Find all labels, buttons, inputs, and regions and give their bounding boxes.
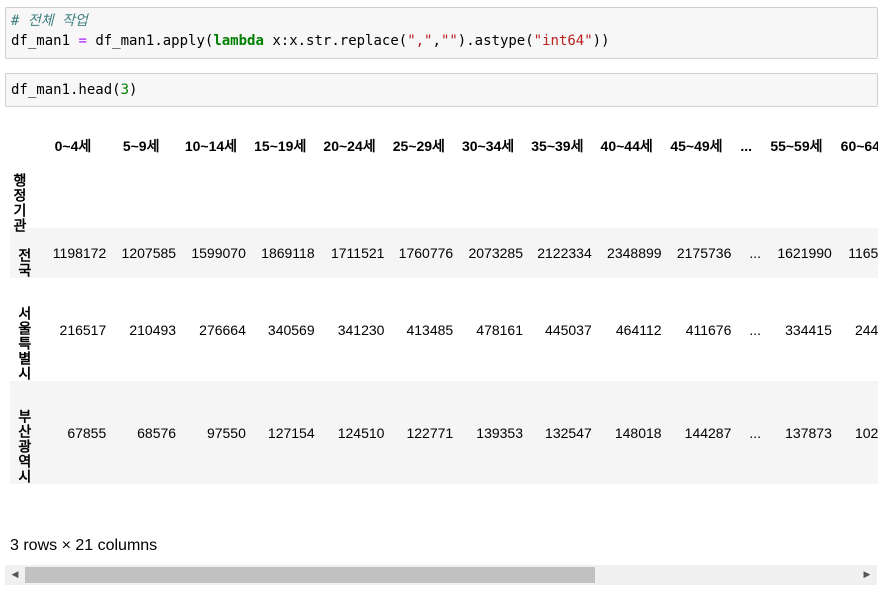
table-cell: 102391 [854, 424, 878, 441]
column-header: 60~64세 [840, 137, 878, 154]
code-var: df_man1 [11, 33, 71, 49]
column-header: 5~9세 [122, 137, 160, 154]
table-cell-ellipsis: ... [749, 321, 761, 338]
table-cell: 137873 [785, 424, 832, 441]
column-header: 20~24세 [323, 137, 376, 154]
code-number: 3 [120, 82, 130, 98]
code-string: "int64" [533, 33, 593, 49]
table-cell-ellipsis: ... [749, 245, 761, 261]
code-eq: = [70, 33, 96, 49]
table-cell: 2122334 [537, 245, 592, 261]
code-end: )) [592, 33, 610, 49]
column-header-ellipsis: ... [740, 137, 753, 154]
table-cell: 478161 [476, 321, 523, 338]
row-index: 전국 [16, 248, 33, 278]
code-keyword: lambda [213, 33, 264, 49]
table-cell: 2175736 [676, 245, 732, 261]
horizontal-scrollbar[interactable]: ◀ ▶ [5, 565, 877, 585]
column-header: 55~59세 [770, 137, 823, 154]
table-cell: 334415 [785, 321, 832, 338]
table-cell: 68576 [137, 424, 177, 441]
index-header-row: 행정기관 [10, 173, 878, 233]
corner-cell [10, 118, 40, 173]
table-cell: 1599070 [191, 245, 246, 261]
table-cell: 340569 [267, 321, 315, 338]
code-string: "" [440, 33, 458, 49]
code-cell-apply[interactable]: # 전체 작업 df_man1 = df_man1.apply(lambda x… [5, 7, 878, 59]
table-cell: 210493 [129, 321, 177, 338]
table-cell: 1198172 [52, 245, 107, 261]
code-call: df_man1.apply( [95, 33, 214, 49]
code-end: ) [129, 82, 138, 98]
index-name: 행정기관 [12, 173, 28, 233]
table-cell: 2348899 [607, 245, 662, 261]
code-after-kw: x:x.str.replace( [263, 33, 408, 49]
column-header: 35~39세 [531, 137, 584, 154]
table-row: 서울특별시 216517 210493 276664 340569 341230… [10, 278, 878, 381]
table-cell: 122771 [406, 424, 454, 441]
column-header: 45~49세 [670, 137, 723, 154]
table-cell: 144287 [684, 424, 732, 441]
table-cell-ellipsis: ... [749, 424, 761, 441]
table-cell: 276664 [199, 321, 246, 338]
table-row: 전국 1198172 1207585 1599070 1869118 17115… [10, 228, 878, 278]
code-mid: ).astype( [457, 33, 534, 49]
column-header-row: 0~4세 5~9세 10~14세 15~19세 20~24세 25~29세 30… [10, 118, 878, 173]
table-cell: 124510 [337, 424, 385, 441]
row-index: 서울특별시 [16, 306, 33, 381]
table-cell: 1711521 [330, 245, 385, 261]
table-cell: 67855 [67, 424, 107, 441]
scrollbar-thumb[interactable] [25, 567, 595, 583]
dataframe-shape-label: 3 rows × 21 columns [10, 537, 158, 554]
table-cell: 216517 [59, 321, 107, 338]
code-string: "," [407, 33, 433, 49]
table-cell: 464112 [615, 321, 662, 338]
table-cell: 1207585 [121, 245, 177, 261]
table-cell: 2073285 [468, 245, 523, 261]
scroll-right-arrow-icon[interactable]: ▶ [857, 565, 877, 585]
table-cell: 1165741 [848, 245, 878, 261]
table-cell: 445037 [545, 321, 592, 338]
code-comma: , [432, 33, 441, 49]
table-cell: 244336 [854, 321, 878, 338]
table-cell: 97550 [206, 424, 246, 441]
code-call: df_man1.head( [11, 82, 121, 98]
table-cell: 127154 [267, 424, 315, 441]
table-cell: 1621990 [777, 245, 832, 261]
table-cell: 413485 [406, 321, 454, 338]
code-cell-head[interactable]: df_man1.head(3) [5, 73, 878, 107]
column-header: 10~14세 [184, 137, 238, 154]
table-row: 부산광역시 67855 68576 97550 127154 124510 12… [10, 381, 878, 484]
column-header: 40~44세 [600, 137, 653, 154]
dataframe-output: 0~4세 5~9세 10~14세 15~19세 20~24세 25~29세 30… [10, 118, 878, 524]
table-cell: 411676 [685, 321, 732, 338]
code-comment: # 전체 작업 [11, 13, 88, 29]
row-index: 부산광역시 [16, 409, 33, 484]
table-cell: 132547 [545, 424, 592, 441]
table-cell: 1869118 [261, 245, 315, 261]
table-cell: 139353 [476, 424, 523, 441]
column-header: 15~19세 [254, 137, 307, 154]
dataframe-table: 0~4세 5~9세 10~14세 15~19세 20~24세 25~29세 30… [10, 118, 878, 484]
table-cell: 1760776 [398, 245, 454, 261]
column-header: 0~4세 [54, 137, 92, 154]
column-header: 30~34세 [461, 137, 515, 154]
scroll-left-arrow-icon[interactable]: ◀ [5, 565, 25, 585]
column-header: 25~29세 [392, 137, 445, 154]
table-cell: 148018 [614, 424, 662, 441]
table-cell: 341230 [337, 321, 385, 338]
